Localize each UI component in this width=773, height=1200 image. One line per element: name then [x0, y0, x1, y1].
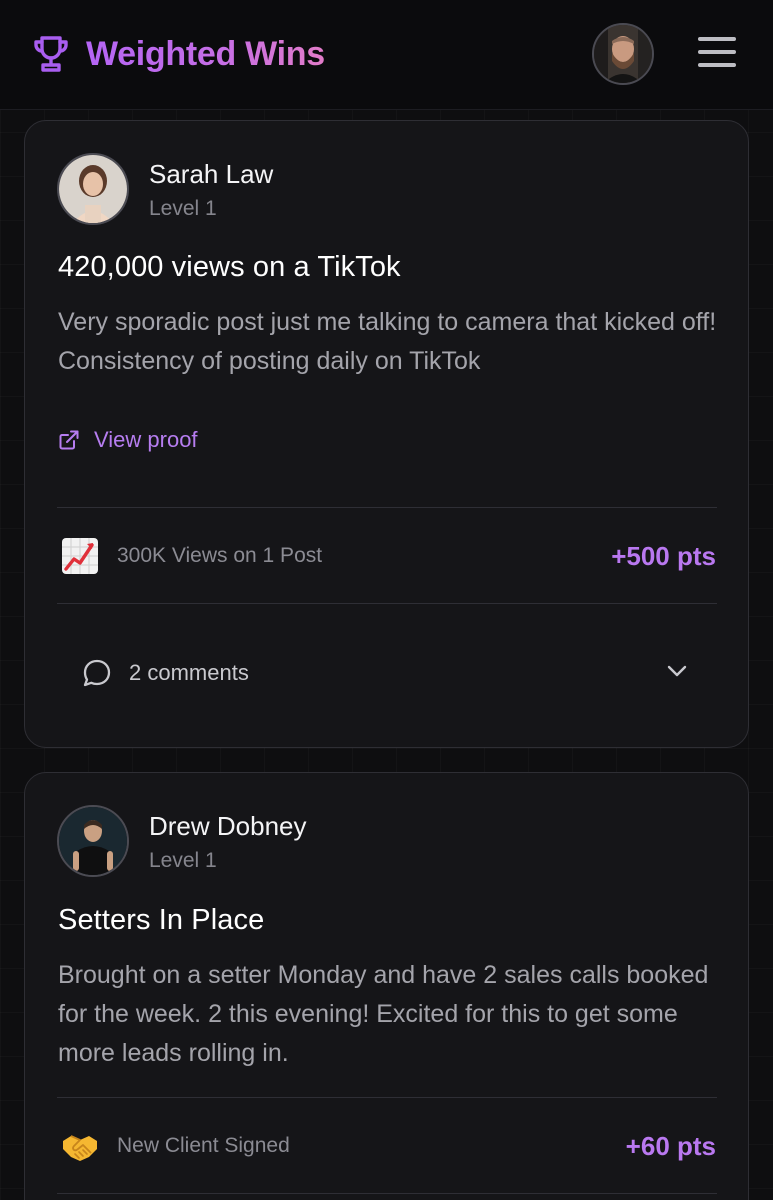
view-proof-label: View proof	[94, 427, 198, 452]
brand[interactable]: Weighted Wins	[32, 34, 325, 74]
win-post-card: Drew Dobney Level 1 Setters In Place Bro…	[24, 772, 749, 1200]
points-badge: +500 pts	[611, 541, 716, 571]
hamburger-menu-icon[interactable]	[698, 37, 736, 71]
win-post-card: Sarah Law Level 1 420,000 views on a Tik…	[24, 120, 749, 748]
author-level: Level 1	[149, 197, 217, 220]
post-title: Setters In Place	[58, 904, 265, 936]
post-body: Very sporadic post just me talking to ca…	[58, 308, 717, 375]
comment-bubble-icon	[83, 659, 111, 687]
divider	[57, 1193, 717, 1194]
author-avatar[interactable]	[57, 153, 129, 225]
external-link-icon	[59, 430, 79, 450]
trophy-icon	[34, 36, 68, 72]
author-avatar-image	[59, 155, 127, 223]
chart-increasing-emoji	[62, 538, 98, 574]
author-avatar-image	[59, 807, 127, 875]
achievement: New Client Signed	[61, 1127, 290, 1165]
divider	[57, 603, 717, 604]
post-body: Brought on a setter Monday and have 2 sa…	[58, 961, 709, 1067]
user-avatar-image	[594, 25, 652, 83]
points-badge: +60 pts	[625, 1131, 716, 1161]
divider	[57, 1097, 717, 1098]
chevron-down-icon[interactable]	[665, 659, 689, 683]
achievement-label: New Client Signed	[117, 1134, 290, 1157]
post-title: 420,000 views on a TikTok	[58, 251, 401, 283]
author-level: Level 1	[149, 849, 217, 872]
view-proof-link[interactable]: View proof	[58, 427, 198, 453]
author-name[interactable]: Sarah Law	[149, 159, 273, 190]
author-name[interactable]: Drew Dobney	[149, 811, 307, 842]
handshake-emoji	[63, 1135, 97, 1161]
author-avatar[interactable]	[57, 805, 129, 877]
user-avatar[interactable]	[592, 23, 654, 85]
comments-count: 2 comments	[129, 660, 249, 685]
divider	[57, 507, 717, 508]
app-header: Weighted Wins	[0, 0, 773, 110]
comments-toggle[interactable]: 2 comments	[81, 657, 249, 689]
app-title: Weighted Wins	[86, 34, 325, 73]
achievement: 300K Views on 1 Post	[61, 537, 322, 575]
achievement-label: 300K Views on 1 Post	[117, 544, 323, 567]
